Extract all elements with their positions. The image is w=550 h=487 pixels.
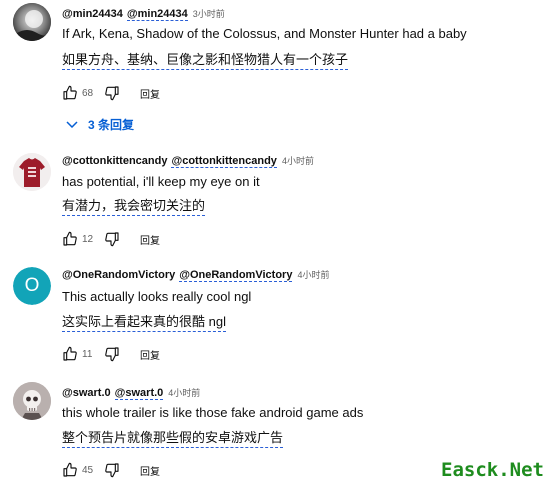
replies-count-label: 3 条回复: [88, 117, 135, 132]
like-count: 12: [82, 233, 94, 245]
timestamp[interactable]: 4小时前: [282, 156, 314, 166]
author-mention[interactable]: @cottonkittencandy: [171, 155, 277, 168]
author-handle[interactable]: @OneRandomVictory: [62, 269, 175, 281]
author-mention[interactable]: @swart.0: [114, 387, 164, 400]
shirt-icon: [13, 153, 51, 191]
thumbs-up-icon[interactable]: [62, 231, 78, 247]
author-handle[interactable]: @swart.0: [62, 387, 111, 399]
comment-translation: 整个预告片就像那些假的安卓游戏广告: [62, 430, 284, 448]
thumbs-down-icon[interactable]: [104, 231, 120, 247]
comment-translation: 这实际上看起来真的很酷 ngl: [62, 314, 226, 332]
timestamp[interactable]: 4小时前: [168, 388, 200, 398]
reply-button[interactable]: 回复: [140, 347, 160, 362]
comment-text: this whole trailer is like those fake an…: [62, 405, 364, 420]
reply-button[interactable]: 回复: [140, 86, 160, 101]
avatar[interactable]: O: [13, 267, 51, 305]
thumbs-up-icon[interactable]: [62, 462, 78, 478]
timestamp[interactable]: 4小时前: [297, 270, 329, 280]
timestamp[interactable]: 3小时前: [193, 9, 225, 19]
avatar[interactable]: [13, 153, 51, 191]
view-replies-button[interactable]: 3 条回复: [66, 115, 134, 133]
thumbs-down-icon[interactable]: [104, 462, 120, 478]
comment-actions: 68 回复: [62, 84, 160, 102]
avatar[interactable]: [13, 382, 51, 420]
comments-section: @min24434 @min24434 3小时前 If Ark, Kena, Sha…: [0, 0, 550, 487]
comment-header: @min24434 @min24434 3小时前: [62, 7, 225, 21]
chevron-down-icon: [66, 121, 78, 129]
comment-text: has potential, i'll keep my eye on it: [62, 174, 260, 189]
comment-text: This actually looks really cool ngl: [62, 289, 252, 304]
reply-button[interactable]: 回复: [140, 463, 160, 478]
comment-actions: 11 回复: [62, 345, 160, 363]
like-count: 45: [82, 464, 94, 476]
comment-text: If Ark, Kena, Shadow of the Colossus, an…: [62, 26, 467, 41]
comment-translation: 有潜力，我会密切关注的: [62, 198, 206, 216]
avatar-letter: O: [24, 275, 40, 296]
moon-icon: [13, 3, 51, 41]
site-watermark: Easck.Net: [441, 459, 544, 481]
thumbs-up-icon[interactable]: [62, 346, 78, 362]
author-mention[interactable]: @OneRandomVictory: [179, 269, 293, 282]
like-count: 11: [82, 348, 93, 360]
comment-header: @swart.0 @swart.0 4小时前: [62, 386, 200, 400]
thumbs-down-icon[interactable]: [104, 346, 120, 362]
comment-translation: 如果方舟、基纳、巨像之影和怪物猎人有一个孩子: [62, 52, 349, 70]
author-mention[interactable]: @min24434: [126, 8, 188, 21]
comment-actions: 12 回复: [62, 230, 160, 248]
like-count: 68: [82, 87, 94, 99]
author-handle[interactable]: @min24434: [62, 8, 123, 20]
comment-actions: 45 回复: [62, 461, 160, 479]
reply-button[interactable]: 回复: [140, 232, 160, 247]
comment-header: @OneRandomVictory @OneRandomVictory 4小时前: [62, 268, 329, 282]
author-handle[interactable]: @cottonkittencandy: [62, 155, 167, 167]
avatar[interactable]: [13, 3, 51, 41]
skull-icon: [13, 382, 51, 420]
thumbs-down-icon[interactable]: [104, 85, 120, 101]
comment-header: @cottonkittencandy @cottonkittencandy 4小时前: [62, 154, 314, 168]
thumbs-up-icon[interactable]: [62, 85, 78, 101]
